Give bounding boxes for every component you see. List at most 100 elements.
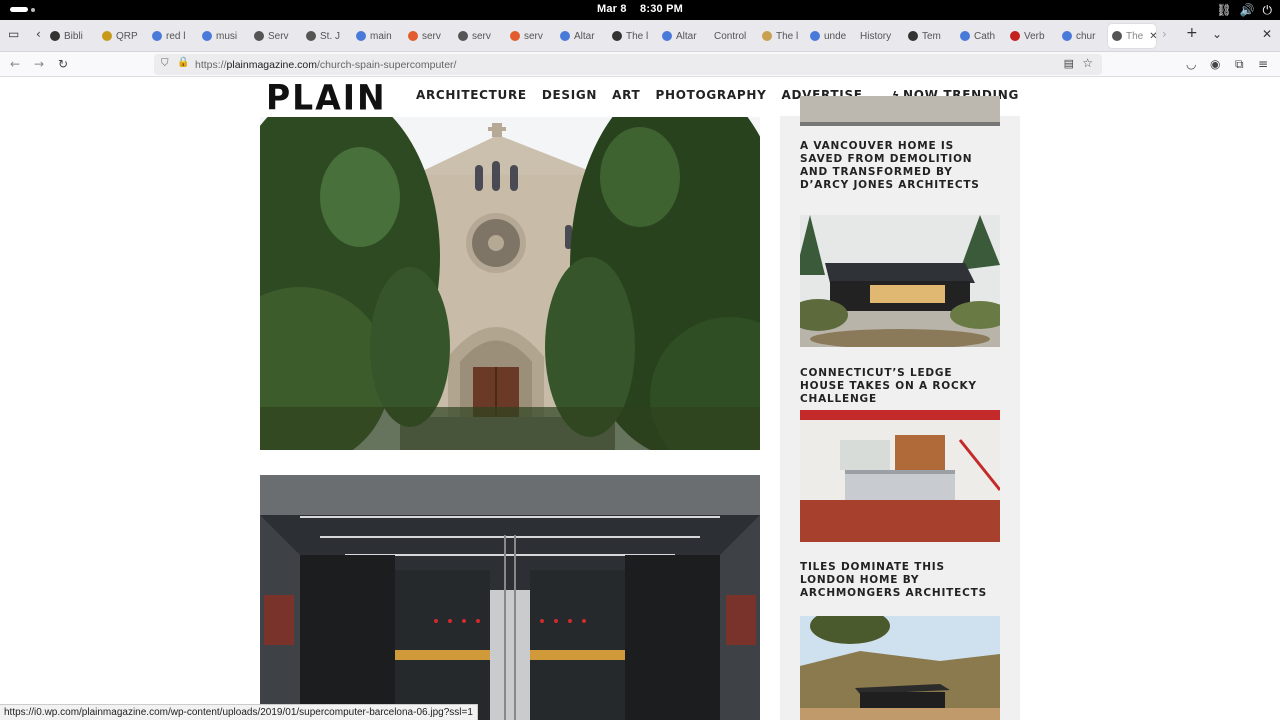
tab-label: red l (166, 30, 186, 42)
tab-favicon-icon (356, 31, 366, 41)
sidebar-thumb-vancouver (800, 96, 1000, 126)
tab-11[interactable]: The l (608, 24, 658, 48)
sidebar-top-thumb[interactable] (800, 96, 1000, 126)
tab-17[interactable]: Tem (904, 24, 956, 48)
volume-icon[interactable]: 🔊 (1240, 3, 1255, 18)
tab-label: The l (626, 30, 649, 42)
church-photo[interactable] (260, 117, 760, 450)
nav-photography[interactable]: PHOTOGRAPHY (655, 88, 766, 102)
tab-label: unde (824, 30, 847, 42)
tab-label: chur (1076, 30, 1096, 42)
sidebar-item-london-home[interactable]: TILES DOMINATE THIS LONDON HOME BY ARCHM… (800, 410, 1000, 600)
tab-20[interactable]: chur (1058, 24, 1108, 48)
tab-15[interactable]: unde (806, 24, 856, 48)
nav-art[interactable]: ART (612, 88, 640, 102)
sidebar-item-vancouver[interactable]: A VANCOUVER HOME IS SAVED FROM DEMOLITIO… (800, 140, 1000, 192)
tab-list-chevron-down-icon[interactable]: ⌄ (1212, 27, 1222, 41)
pocket-icon[interactable]: ◡ (1186, 57, 1196, 71)
back-icon[interactable]: ← (10, 57, 20, 71)
url-path: /church-spain-supercomputer/ (316, 59, 457, 71)
system-tray[interactable]: ⛓ 🔊 ⏻ (1216, 3, 1272, 18)
tab-13[interactable]: Control (710, 24, 758, 48)
tab-label: serv (422, 30, 441, 42)
tab-6[interactable]: main (352, 24, 404, 48)
tab-label: Bibli (64, 30, 83, 42)
tab-label: History (860, 30, 892, 42)
tab-8[interactable]: serv (454, 24, 506, 48)
tab-label: QRP (116, 30, 138, 42)
tab-label: Control (714, 30, 747, 42)
tab-21[interactable]: The ✕ (1108, 24, 1156, 48)
tab-label: Altar (574, 30, 595, 42)
url-domain: plainmagazine.com (226, 59, 317, 71)
tab-favicon-icon (908, 31, 918, 41)
sidebar-item-title[interactable]: CONNECTICUT’S LEDGE HOUSE TAKES ON A ROC… (800, 367, 1000, 406)
power-icon[interactable]: ⏻ (1263, 3, 1273, 18)
tab-label: serv (472, 30, 491, 42)
tracking-protection-shield-icon[interactable]: ⛉ (161, 58, 169, 69)
clock-date: Mar 8 (597, 3, 627, 15)
tab-label: St. J (320, 30, 341, 42)
tab-3[interactable]: musi (198, 24, 250, 48)
tab-16[interactable]: History (856, 24, 904, 48)
account-icon[interactable]: ◉ (1210, 57, 1220, 71)
sidebar-item-title[interactable]: A VANCOUVER HOME IS SAVED FROM DEMOLITIO… (800, 140, 1000, 192)
tab-label: The l (776, 30, 799, 42)
network-icon[interactable]: ⛓ (1216, 3, 1231, 18)
close-tab-icon[interactable]: ✕ (1149, 31, 1156, 42)
tab-list: Bibli QRP red l musi Serv St. J main serv serv se… (46, 24, 1156, 48)
tab-label: Tem (922, 30, 941, 42)
tab-4[interactable]: Serv (250, 24, 302, 48)
url-text[interactable]: https://plainmagazine.com/church-spain-s… (195, 59, 456, 71)
new-tab-icon[interactable]: + (1186, 25, 1198, 41)
tab-label: Verb (1024, 30, 1045, 42)
tab-label: Altar (676, 30, 697, 42)
extensions-icon[interactable]: ⧉ (1235, 57, 1244, 72)
tab-7[interactable]: serv (404, 24, 454, 48)
tab-favicon-icon (762, 31, 772, 41)
reader-view-icon[interactable]: ▤ (1064, 57, 1074, 70)
clock[interactable]: Mar 8 8:30 PM (0, 3, 1280, 15)
sidebar-thumb-ledge-house[interactable] (800, 215, 1000, 347)
tab-1[interactable]: QRP (98, 24, 148, 48)
address-bar[interactable]: ⛉ 🔒 https://plainmagazine.com/church-spa… (154, 54, 1102, 75)
sidebar-thumb-london-home[interactable] (800, 410, 1000, 542)
sidebar-item-next[interactable] (800, 616, 1000, 720)
reload-icon[interactable]: ↻ (58, 57, 68, 71)
system-top-bar: Mar 8 8:30 PM ⛓ 🔊 ⏻ (0, 0, 1280, 20)
tab-favicon-icon (152, 31, 162, 41)
tab-18[interactable]: Cath (956, 24, 1006, 48)
tab-2[interactable]: red l (148, 24, 198, 48)
tab-favicon-icon (202, 31, 212, 41)
forward-icon[interactable]: → (34, 57, 44, 71)
scroll-tabs-right-icon[interactable]: › (1162, 27, 1167, 41)
bookmark-star-icon[interactable]: ☆ (1082, 56, 1093, 70)
tab-12[interactable]: Altar (658, 24, 710, 48)
supercomputer-photo[interactable] (260, 475, 760, 720)
clock-time: 8:30 PM (640, 3, 683, 15)
menu-hamburger-icon[interactable]: ≡ (1258, 57, 1268, 71)
tab-10[interactable]: Altar (556, 24, 608, 48)
tab-favicon-icon (1010, 31, 1020, 41)
lock-icon[interactable]: 🔒 (177, 57, 189, 68)
close-window-icon[interactable]: ✕ (1262, 27, 1272, 41)
tab-19[interactable]: Verb (1006, 24, 1058, 48)
tab-favicon-icon (612, 31, 622, 41)
scroll-tabs-left-icon[interactable]: ‹ (36, 27, 41, 41)
sidebar-item-title[interactable]: TILES DOMINATE THIS LONDON HOME BY ARCHM… (800, 561, 1000, 600)
tab-overview-icon[interactable]: ▭ (8, 27, 19, 41)
tab-5[interactable]: St. J (302, 24, 352, 48)
tab-favicon-icon (408, 31, 418, 41)
site-logo[interactable]: PLAIN (266, 80, 387, 115)
link-status-bar: https://i0.wp.com/plainmagazine.com/wp-c… (0, 704, 478, 720)
tab-favicon-icon (50, 31, 60, 41)
browser-navigation-bar: ← → ↻ ⛉ 🔒 https://plainmagazine.com/chur… (0, 52, 1280, 77)
tab-0[interactable]: Bibli (46, 24, 98, 48)
sidebar-thumb-cabin[interactable] (800, 616, 1000, 720)
sidebar-item-ledge-house[interactable]: CONNECTICUT’S LEDGE HOUSE TAKES ON A ROC… (800, 215, 1000, 406)
nav-architecture[interactable]: ARCHITECTURE (416, 88, 527, 102)
tab-14[interactable]: The l (758, 24, 806, 48)
tab-9[interactable]: serv (506, 24, 556, 48)
nav-design[interactable]: DESIGN (542, 88, 597, 102)
browser-tab-strip: ▭ ‹ Bibli QRP red l musi Serv St. J main serv se… (0, 20, 1280, 52)
